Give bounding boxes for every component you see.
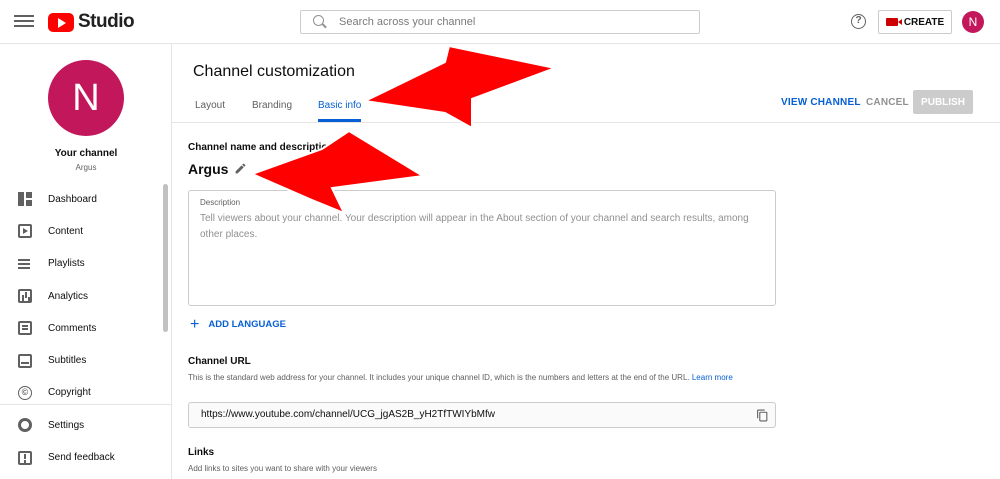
search-input[interactable] <box>339 16 679 28</box>
cancel-button[interactable]: CANCEL <box>866 97 909 108</box>
feedback-icon <box>18 450 32 465</box>
menu-icon[interactable] <box>14 12 34 32</box>
channel-url-field[interactable]: https://www.youtube.com/channel/UCG_jgAS… <box>188 402 776 428</box>
tab-layout[interactable]: Layout <box>195 100 225 111</box>
links-heading: Links <box>188 447 215 458</box>
subtitles-icon <box>18 353 32 368</box>
add-language-label: ADD LANGUAGE <box>208 319 286 330</box>
plus-icon: + <box>190 315 200 333</box>
create-label: CREATE <box>903 16 945 28</box>
logo-text: Studio <box>78 11 135 32</box>
sidebar-item-label: Dashboard <box>48 193 97 205</box>
sidebar-scrollbar[interactable] <box>163 184 168 332</box>
account-avatar[interactable]: N <box>962 11 984 33</box>
sidebar-item-label: Subtitles <box>48 355 87 367</box>
sidebar-divider <box>0 404 172 405</box>
sidebar-channel-name: Argus <box>75 163 97 172</box>
studio-logo[interactable]: Studio <box>48 11 135 33</box>
sidebar-item-comments[interactable]: Comments <box>0 312 172 344</box>
channel-url-value: https://www.youtube.com/channel/UCG_jgAS… <box>201 409 496 420</box>
page-title: Channel customization <box>193 63 355 80</box>
sidebar-item-feedback[interactable]: Send feedback <box>0 441 172 473</box>
header-divider <box>172 122 1000 123</box>
description-placeholder: Tell viewers about your channel. Your de… <box>200 213 749 240</box>
playlists-icon <box>18 257 32 271</box>
description-label: Description <box>200 198 241 207</box>
sidebar-item-label: Content <box>48 225 84 237</box>
channel-url-heading: Channel URL <box>188 356 251 367</box>
sidebar-item-subtitles[interactable]: Subtitles <box>0 344 172 376</box>
sidebar-item-label: Settings <box>48 419 85 431</box>
add-language-button[interactable]: + ADD LANGUAGE <box>190 315 286 333</box>
sidebar-nav: Dashboard Content Playlists Analytics Co… <box>0 183 172 474</box>
tab-basic-info[interactable]: Basic info <box>318 100 361 111</box>
sidebar-item-label: Copyright <box>48 387 91 399</box>
sidebar-item-dashboard[interactable]: Dashboard <box>0 183 172 215</box>
links-help: Add links to sites you want to share wit… <box>188 464 377 473</box>
search-bar[interactable] <box>300 10 700 34</box>
view-channel-button[interactable]: VIEW CHANNEL <box>781 97 861 108</box>
publish-button[interactable]: PUBLISH <box>913 90 973 114</box>
sidebar: N Your channel Argus Dashboard Content P… <box>0 44 172 479</box>
top-bar: Studio ? CREATE N <box>0 0 1000 44</box>
sidebar-item-settings[interactable]: Settings <box>0 409 172 441</box>
copyright-icon: © <box>18 385 32 400</box>
content-icon <box>18 224 32 239</box>
name-description-heading: Channel name and description <box>188 142 334 153</box>
sidebar-item-label: Playlists <box>48 258 85 270</box>
analytics-icon <box>18 289 32 304</box>
channel-url-help: This is the standard web address for you… <box>188 371 768 384</box>
sidebar-item-label: Analytics <box>48 290 89 302</box>
comments-icon <box>18 321 32 336</box>
tab-branding[interactable]: Branding <box>252 100 292 111</box>
youtube-logo-icon <box>48 12 74 32</box>
camera-icon <box>885 18 902 26</box>
your-channel-label: Your channel <box>54 148 118 159</box>
copy-icon[interactable] <box>756 408 769 423</box>
description-field[interactable]: Description Tell viewers about your chan… <box>188 190 776 306</box>
sidebar-item-label: Send feedback <box>48 452 115 464</box>
channel-name: Argus <box>188 161 229 177</box>
help-icon[interactable]: ? <box>851 14 866 29</box>
sidebar-item-content[interactable]: Content <box>0 215 172 247</box>
sidebar-item-analytics[interactable]: Analytics <box>0 280 172 312</box>
settings-icon <box>18 418 32 433</box>
channel-avatar[interactable]: N <box>48 60 124 136</box>
channel-url-help-text: This is the standard web address for you… <box>188 373 690 382</box>
create-button[interactable]: CREATE <box>878 10 952 34</box>
search-icon <box>313 15 327 29</box>
main-panel: Channel customization Layout Branding Ba… <box>172 44 1000 479</box>
sidebar-item-label: Comments <box>48 322 97 334</box>
dashboard-icon <box>18 192 32 207</box>
learn-more-link[interactable]: Learn more <box>692 373 733 382</box>
pencil-icon[interactable] <box>234 162 247 175</box>
sidebar-item-playlists[interactable]: Playlists <box>0 248 172 280</box>
